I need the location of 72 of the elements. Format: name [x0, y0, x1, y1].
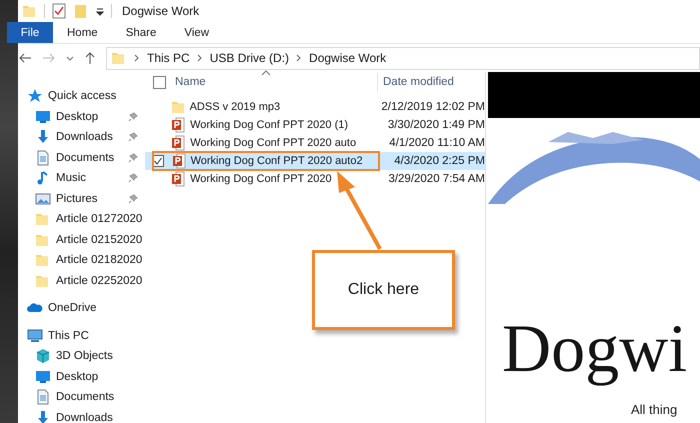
callout-text: Click here: [348, 281, 420, 299]
logo-text: Dogwi: [502, 309, 688, 388]
column-header[interactable]: Name: [175, 76, 377, 88]
folder-icon: [170, 99, 187, 115]
file-name: ADSS v 2019 mp3: [190, 101, 282, 113]
file-date: 3/30/2020 1:49 PM: [388, 119, 485, 131]
nav-item[interactable]: Article 02182020: [56, 254, 142, 266]
chevron-right-icon: [296, 53, 302, 63]
nav-item[interactable]: Quick access: [48, 90, 116, 102]
nav-item[interactable]: Desktop: [56, 110, 98, 123]
file-row[interactable]: Working Dog Conf PPT 2020 auto2 4/3/2020 2:25 PM: [145, 152, 485, 170]
address-bar[interactable]: This PC USB Drive (D:) Dogwise Work: [106, 46, 700, 70]
slides-file-icon: [171, 117, 188, 133]
file-date: 3/29/2020 7:54 AM: [388, 173, 485, 185]
ribbon-tab[interactable]: Share: [112, 22, 170, 43]
up-arrow-icon[interactable]: [84, 51, 96, 65]
chevron-right-icon: [196, 53, 203, 63]
monitor-icon: [35, 108, 51, 125]
select-all-checkbox[interactable]: [153, 76, 166, 88]
file-date: 4/1/2020 11:10 AM: [389, 137, 485, 149]
file-name: Working Dog Conf PPT 2020 auto: [190, 137, 358, 149]
folder-icon: [111, 50, 127, 66]
slides-file-icon: [171, 135, 188, 151]
properties-icon[interactable]: [51, 3, 67, 19]
nav-item[interactable]: Article 02252020: [56, 274, 142, 287]
slides-file-icon: [171, 171, 188, 187]
nav-item[interactable]: This PC: [48, 330, 89, 342]
file-name: Working Dog Conf PPT 2020 auto2: [190, 155, 364, 167]
breadcrumb[interactable]: Dogwise Work: [309, 51, 386, 65]
nav-item[interactable]: Downloads: [56, 412, 113, 423]
back-icon[interactable]: [18, 51, 32, 65]
document-icon: [35, 150, 51, 166]
nav-item[interactable]: OneDrive: [48, 302, 97, 314]
down-arrow-icon: [35, 410, 51, 423]
chevron-right-icon: [134, 53, 140, 63]
image-icon: [35, 190, 51, 207]
ribbon-tab[interactable]: View: [170, 22, 224, 43]
computer-icon: [27, 328, 43, 344]
folder-icon: [35, 252, 51, 268]
star-icon: [27, 88, 43, 104]
nav-item[interactable]: Article 02152020: [56, 234, 142, 246]
nav-item[interactable]: Documents: [56, 391, 114, 404]
breadcrumb[interactable]: This PC: [147, 51, 190, 65]
folder-icon: [35, 211, 51, 228]
nav-item[interactable]: Documents: [56, 152, 114, 164]
window-title: Dogwise Work: [122, 4, 200, 18]
file-row[interactable]: Working Dog Conf PPT 2020 (1) 3/30/2020 1:49 PM: [145, 116, 485, 134]
file-row[interactable]: ADSS v 2019 mp3 2/12/2019 12:02 PM: [145, 98, 485, 116]
column-header[interactable]: Date modified: [377, 72, 454, 92]
nav-item[interactable]: Downloads: [56, 131, 113, 144]
tagline-text: All thing: [631, 402, 678, 417]
document-icon: [35, 389, 51, 406]
cube-icon: [35, 348, 51, 364]
file-row[interactable]: Working Dog Conf PPT 2020 auto 4/1/2020 11:10 AM: [145, 134, 485, 152]
file-date: 2/12/2019 12:02 PM: [381, 101, 485, 113]
nav-item[interactable]: Music: [56, 172, 86, 184]
ribbon-tab[interactable]: Home: [53, 22, 112, 43]
file-menu-button[interactable]: File: [7, 22, 53, 43]
breadcrumb[interactable]: USB Drive (D:): [210, 51, 290, 65]
down-arrow-icon: [35, 129, 51, 146]
file-date: 4/3/2020 2:25 PM: [394, 155, 485, 167]
nav-item[interactable]: 3D Objects: [56, 350, 113, 362]
nav-item[interactable]: Pictures: [56, 192, 98, 205]
monitor-icon: [35, 368, 51, 385]
file-name: Working Dog Conf PPT 2020: [190, 173, 333, 185]
folder-icon: [22, 3, 38, 19]
nav-item[interactable]: Desktop: [56, 370, 98, 383]
file-name: Working Dog Conf PPT 2020 (1): [190, 119, 350, 131]
slides-file-icon: [172, 153, 188, 169]
file-row[interactable]: Working Dog Conf PPT 2020 3/29/2020 7:54 AM: [145, 170, 485, 188]
nav-item[interactable]: Article 01272020: [56, 213, 142, 226]
sort-caret-icon: [261, 69, 271, 76]
